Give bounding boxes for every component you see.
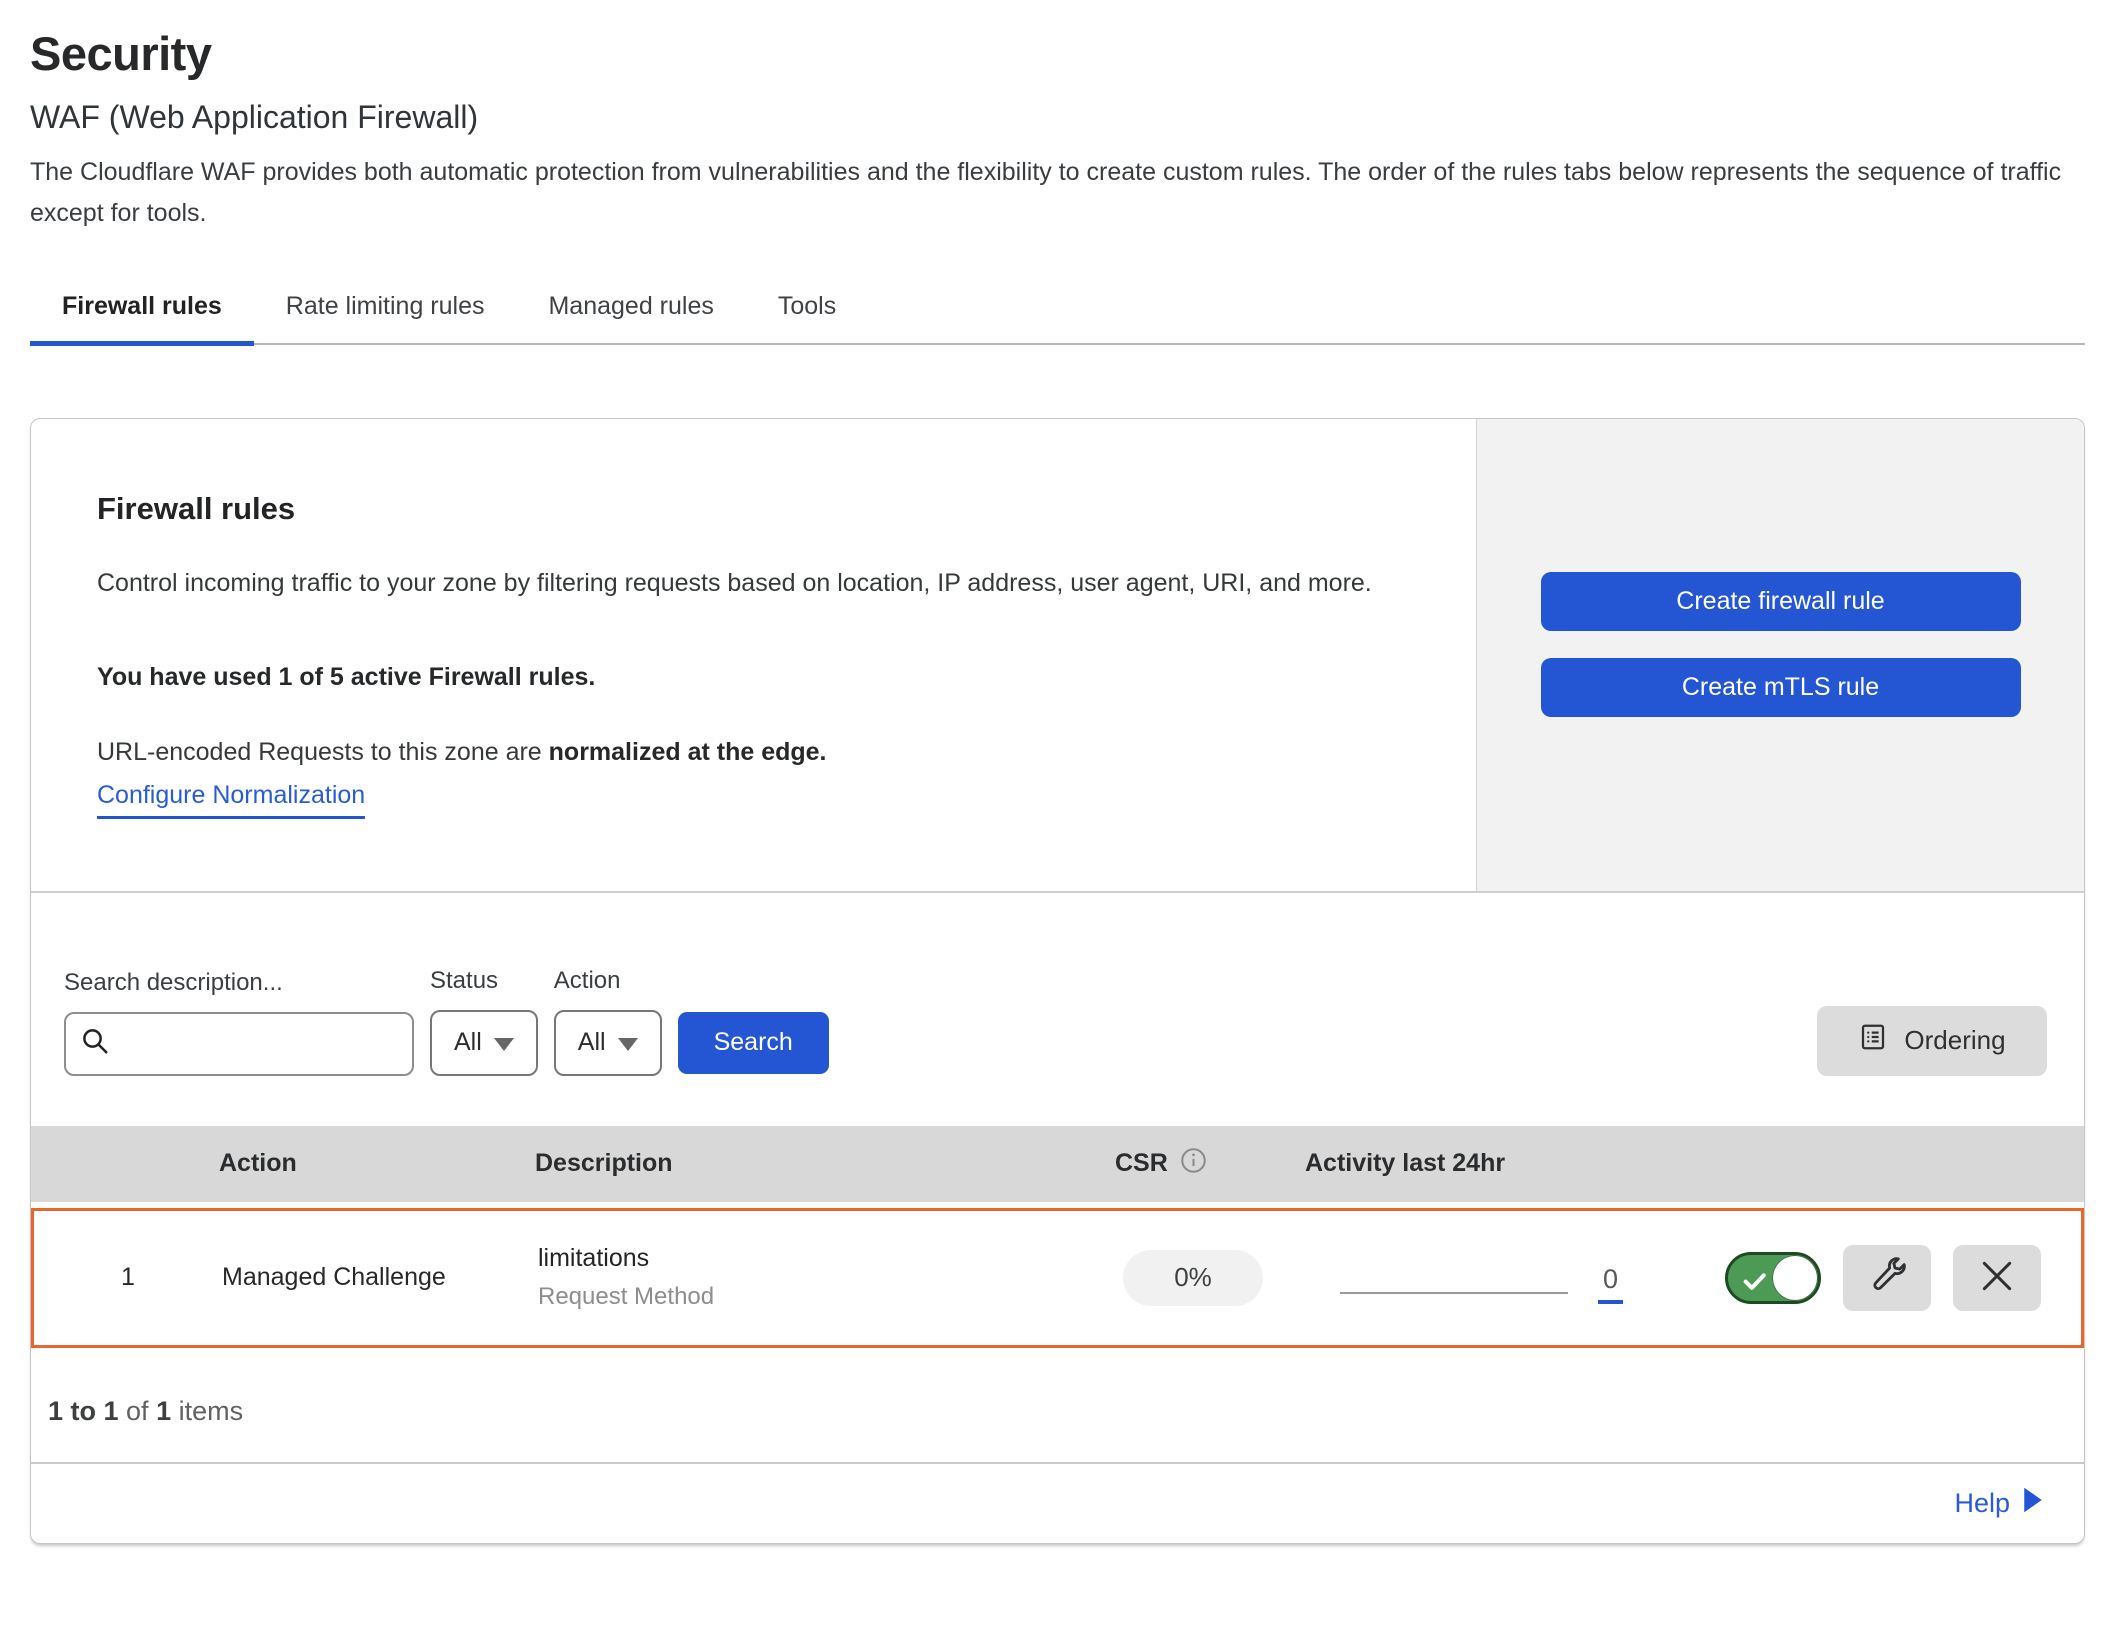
rule-priority: 1 <box>34 1263 222 1292</box>
rule-csr-cell: 0% <box>1078 1250 1308 1306</box>
usage-summary: You have used 1 of 5 active Firewall rul… <box>97 663 1436 692</box>
page-intro: The Cloudflare WAF provides both automat… <box>30 152 2084 234</box>
chevron-down-icon <box>494 1038 514 1051</box>
create-firewall-rule-button[interactable]: Create firewall rule <box>1541 572 2021 631</box>
panel-heading: Firewall rules <box>97 491 1436 527</box>
normalization-bold: normalized at the edge. <box>549 738 827 766</box>
panel-description: Control incoming traffic to your zone by… <box>97 559 1407 607</box>
summary-text-panel: Firewall rules Control incoming traffic … <box>31 419 1476 891</box>
header-description: Description <box>535 1149 1075 1178</box>
wrench-icon <box>1867 1256 1907 1299</box>
header-csr: CSR <box>1075 1147 1305 1181</box>
ordering-list-icon <box>1858 1022 1888 1059</box>
card-summary-section: Firewall rules Control incoming traffic … <box>31 419 2084 893</box>
chevron-down-icon <box>618 1038 638 1051</box>
normalization-prefix: URL-encoded Requests to this zone are <box>97 738 549 766</box>
rule-description-sub: Request Method <box>538 1283 1078 1311</box>
tab-tools[interactable]: Tools <box>746 278 868 346</box>
create-mtls-rule-button[interactable]: Create mTLS rule <box>1541 658 2021 717</box>
status-label: Status <box>430 967 538 995</box>
info-icon[interactable] <box>1180 1147 1207 1181</box>
help-link-label: Help <box>1954 1488 2010 1519</box>
activity-sparkline <box>1340 1292 1568 1294</box>
pagination-summary: 1 to 1 of 1 items <box>31 1348 2084 1462</box>
help-link[interactable]: Help <box>1954 1486 2044 1521</box>
status-select-value: All <box>454 1028 482 1057</box>
toggle-knob <box>1772 1255 1818 1301</box>
csr-badge: 0% <box>1123 1250 1263 1306</box>
action-label: Action <box>554 967 662 995</box>
tab-firewall-rules[interactable]: Firewall rules <box>30 278 254 346</box>
ordering-button-label: Ordering <box>1904 1025 2005 1056</box>
rule-enabled-toggle[interactable] <box>1725 1252 1821 1304</box>
ordering-button[interactable]: Ordering <box>1817 1006 2047 1076</box>
firewall-rules-card: Firewall rules Control incoming traffic … <box>30 418 2085 1544</box>
actions-side-panel: Create firewall rule Create mTLS rule <box>1476 419 2084 891</box>
pagination-total: 1 <box>156 1396 171 1427</box>
page-title: Security <box>30 26 2085 81</box>
rule-description-cell: limitations Request Method <box>538 1244 1078 1311</box>
arrow-right-icon <box>2022 1486 2044 1521</box>
search-field-group: Search description... <box>64 969 414 1076</box>
check-icon <box>1740 1266 1770 1301</box>
rules-table-header: Action Description CSR Activity last 24h… <box>31 1126 2084 1202</box>
tab-rate-limiting-rules[interactable]: Rate limiting rules <box>254 278 517 346</box>
search-label: Search description... <box>64 969 414 997</box>
pagination-range: 1 to 1 <box>48 1396 119 1427</box>
header-action: Action <box>219 1149 535 1178</box>
page-subtitle: WAF (Web Application Firewall) <box>30 99 2085 136</box>
pagination-items: items <box>171 1396 243 1427</box>
close-icon <box>1978 1257 2016 1298</box>
tab-managed-rules[interactable]: Managed rules <box>516 278 745 346</box>
security-waf-page: Security WAF (Web Application Firewall) … <box>0 0 2114 1544</box>
search-input-box[interactable] <box>64 1012 414 1076</box>
table-row: 1 Managed Challenge limitations Request … <box>31 1208 2084 1348</box>
search-input[interactable] <box>120 1030 398 1058</box>
rule-description: limitations <box>538 1244 1078 1273</box>
search-icon <box>80 1026 110 1061</box>
status-select[interactable]: All <box>430 1010 538 1076</box>
search-button[interactable]: Search <box>678 1012 829 1074</box>
edit-rule-button[interactable] <box>1843 1245 1931 1311</box>
action-select[interactable]: All <box>554 1010 662 1076</box>
status-filter-group: Status All <box>430 967 538 1076</box>
rules-tab-bar: Firewall rules Rate limiting rules Manag… <box>30 278 2085 345</box>
action-select-value: All <box>578 1028 606 1057</box>
configure-normalization-link[interactable]: Configure Normalization <box>97 781 365 819</box>
normalization-note: URL-encoded Requests to this zone are no… <box>97 738 1436 767</box>
header-csr-label: CSR <box>1115 1149 1168 1178</box>
help-bar: Help <box>31 1462 2084 1543</box>
rule-activity-cell: 0 <box>1308 1258 1678 1298</box>
filter-toolbar: Search description... Status All Action <box>31 893 2084 1126</box>
pagination-of: of <box>119 1396 157 1427</box>
rule-action: Managed Challenge <box>222 1263 538 1292</box>
action-filter-group: Action All <box>554 967 662 1076</box>
header-activity: Activity last 24hr <box>1305 1149 1675 1178</box>
delete-rule-button[interactable] <box>1953 1245 2041 1311</box>
rule-controls <box>1678 1245 2081 1311</box>
activity-count-link[interactable]: 0 <box>1598 1264 1623 1304</box>
